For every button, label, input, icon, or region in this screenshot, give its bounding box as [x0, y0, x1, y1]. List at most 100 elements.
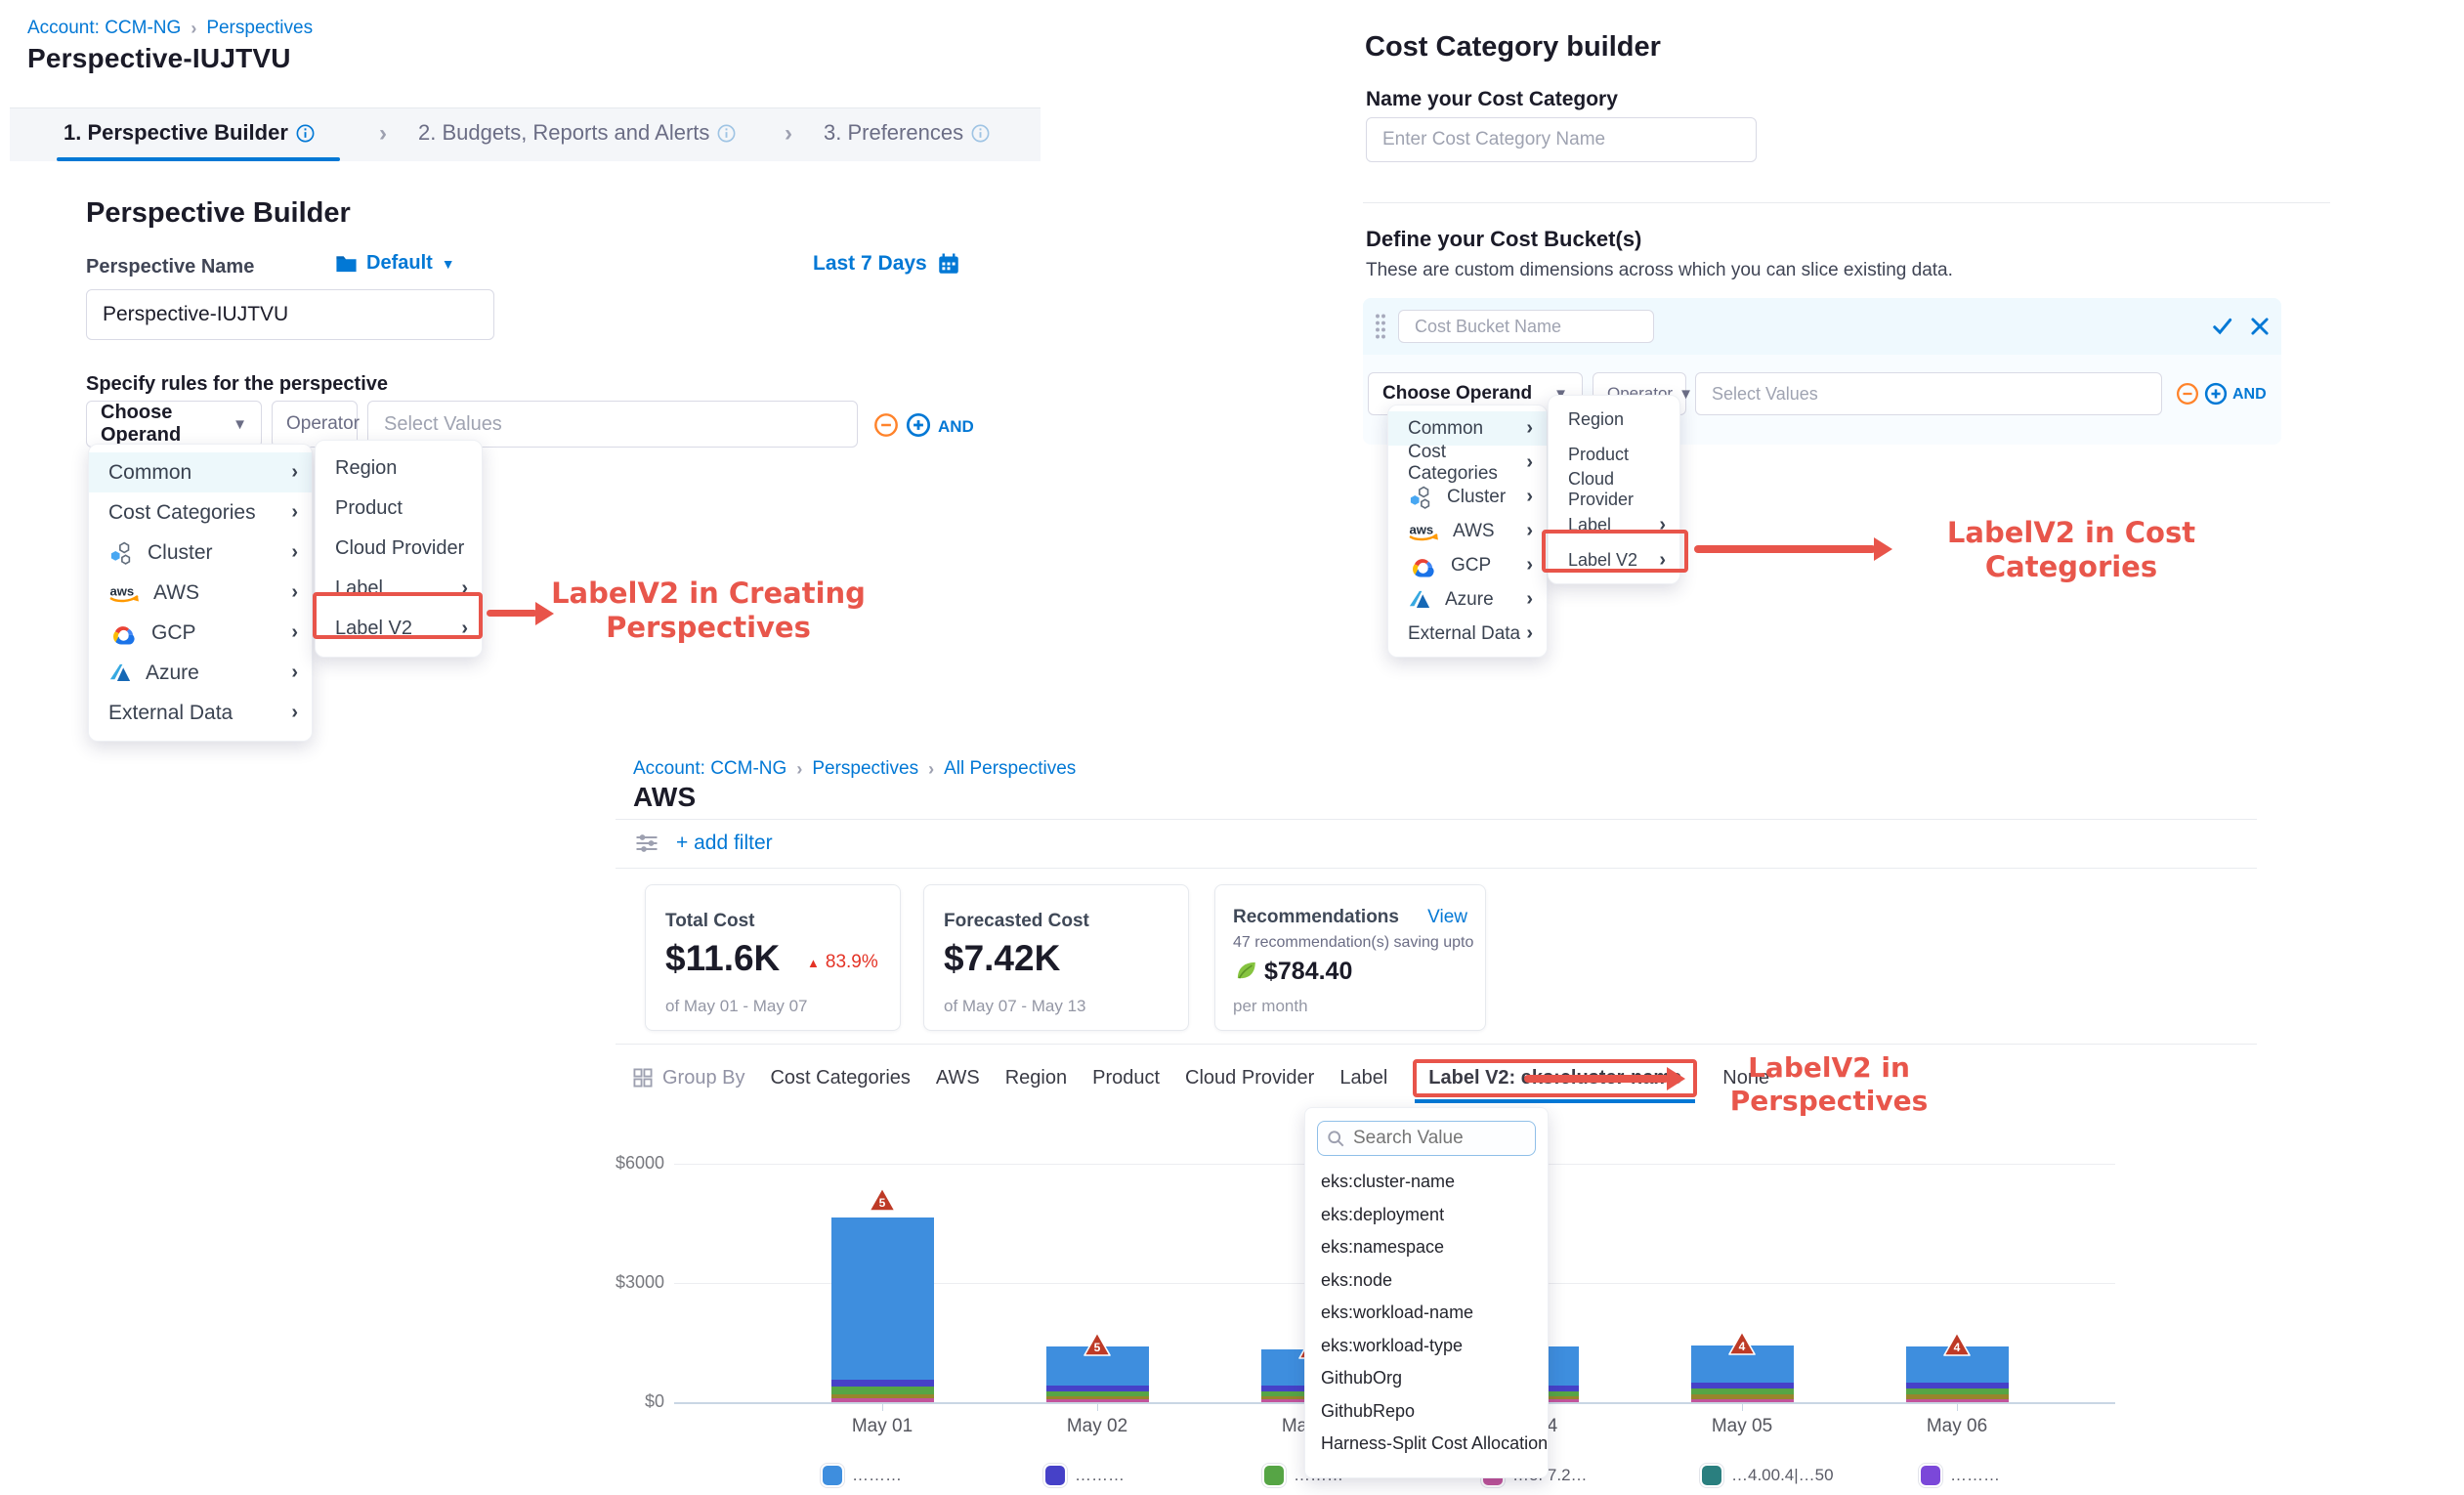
legend-item[interactable]: …4.00.4|…50: [1702, 1466, 1834, 1485]
wizard-tab-bar: 1. Perspective Builder › 2. Budgets, Rep…: [10, 107, 1041, 161]
rules-label: Specify rules for the perspective: [86, 373, 388, 396]
cluster-icon: [108, 540, 134, 566]
menu-item-label: GCP: [151, 621, 196, 645]
legend-item[interactable]: ………: [1921, 1466, 2000, 1485]
value-option-githuborg[interactable]: GithubOrg: [1305, 1362, 1548, 1395]
search-value-input[interactable]: [1317, 1121, 1536, 1156]
folder-name: Default: [366, 252, 433, 275]
operand-select[interactable]: Choose Operand ▼: [86, 401, 262, 448]
menu-item-label: Cluster: [148, 541, 213, 565]
chevron-right-icon: ›: [291, 621, 298, 644]
remove-rule-button[interactable]: [873, 412, 899, 438]
value-option-githubrepo[interactable]: GithubRepo: [1305, 1395, 1548, 1429]
legend-item[interactable]: ………: [1045, 1466, 1125, 1485]
menu-item-cluster[interactable]: Cluster›: [1388, 480, 1547, 514]
folder-selector[interactable]: Default ▼: [335, 252, 455, 275]
menu-item-cloud-provider[interactable]: Cloud Provider: [1549, 472, 1679, 507]
anomaly-badge[interactable]: 5: [1083, 1331, 1112, 1357]
breadcrumb-account-link[interactable]: Account: CCM-NG: [27, 18, 181, 39]
add-rule-button[interactable]: [2204, 382, 2228, 406]
breadcrumb-perspectives-link[interactable]: Perspectives: [206, 18, 313, 39]
filter-icon[interactable]: [635, 833, 658, 854]
svg-text:aws: aws: [1409, 522, 1433, 536]
menu-item-region[interactable]: Region: [1549, 402, 1679, 437]
value-option-eks-namespace[interactable]: eks:namespace: [1305, 1231, 1548, 1264]
add-rule-button[interactable]: [906, 412, 931, 438]
card-label: Total Cost: [665, 911, 754, 932]
tab-perspective-builder[interactable]: 1. Perspective Builder: [64, 120, 315, 146]
cost-category-title: Cost Category builder: [1365, 31, 1661, 64]
close-bucket-button[interactable]: [2250, 317, 2270, 336]
operand-menu: Common›Cost Categories›Cluster›awsAWS›GC…: [88, 444, 313, 742]
anomaly-badge[interactable]: 4: [1727, 1330, 1757, 1356]
chevron-right-icon: ›: [1526, 622, 1533, 645]
tab-separator-chevron-icon: ›: [379, 120, 387, 148]
bar-segment-olive: [831, 1394, 934, 1398]
view-link[interactable]: View: [1427, 907, 1467, 928]
card-period: of May 01 - May 07: [665, 997, 808, 1016]
select-values-input[interactable]: [1695, 372, 2162, 415]
menu-item-external-data[interactable]: External Data›: [1388, 617, 1547, 651]
menu-item-cluster[interactable]: Cluster›: [89, 533, 312, 573]
perspective-name-input[interactable]: [86, 289, 494, 340]
legend-label: ………: [1075, 1466, 1125, 1485]
menu-item-azure[interactable]: Azure›: [89, 653, 312, 693]
drag-handle-icon[interactable]: [1375, 313, 1386, 340]
bar-segment-magenta: [1691, 1399, 1794, 1402]
anomaly-badge[interactable]: 5: [868, 1186, 897, 1213]
menu-item-external-data[interactable]: External Data›: [89, 693, 312, 733]
calendar-icon: [937, 252, 960, 276]
value-option-eks-workload-type[interactable]: eks:workload-type: [1305, 1330, 1548, 1363]
x-axis-tick: [882, 1404, 883, 1411]
group-by-item-label[interactable]: Label: [1339, 1067, 1387, 1089]
tab-budgets-reports-alerts[interactable]: 2. Budgets, Reports and Alerts: [418, 120, 736, 146]
active-tab-underline: [57, 157, 340, 161]
menu-item-azure[interactable]: Azure›: [1388, 582, 1547, 617]
x-axis-tick: [1957, 1404, 1958, 1411]
tab-separator-chevron-icon: ›: [785, 120, 792, 148]
value-option-eks-node[interactable]: eks:node: [1305, 1264, 1548, 1298]
leaf-icon: [1233, 958, 1258, 983]
menu-item-cloud-provider[interactable]: Cloud Provider: [316, 529, 482, 569]
menu-item-aws[interactable]: awsAWS›: [89, 573, 312, 613]
menu-item-cost-categories[interactable]: Cost Categories›: [89, 492, 312, 533]
svg-text:5: 5: [1094, 1341, 1101, 1354]
cost-category-name-input[interactable]: [1366, 117, 1757, 162]
and-button[interactable]: AND: [2232, 386, 2267, 404]
value-option-harness-split-cost-allocation[interactable]: Harness-Split Cost Allocation: [1305, 1428, 1548, 1461]
group-by-item-cloud-provider[interactable]: Cloud Provider: [1185, 1067, 1314, 1089]
labelv2-highlight-box: [1542, 530, 1688, 573]
group-by-item-region[interactable]: Region: [1005, 1067, 1067, 1089]
group-by-item-aws[interactable]: AWS: [936, 1067, 980, 1089]
group-by-item-cost-categories[interactable]: Cost Categories: [770, 1067, 910, 1089]
anomaly-badge[interactable]: 4: [1942, 1331, 1972, 1357]
x-axis-tick-label: May 02: [1039, 1416, 1156, 1437]
breadcrumb-perspectives-link[interactable]: Perspectives: [812, 758, 918, 780]
value-option-eks-workload-name[interactable]: eks:workload-name: [1305, 1297, 1548, 1330]
menu-item-common[interactable]: Common›: [89, 452, 312, 492]
group-by-item-product[interactable]: Product: [1092, 1067, 1160, 1089]
red-arrow: [487, 610, 537, 617]
cost-bucket-name-input[interactable]: [1398, 310, 1654, 343]
value-option-eks-cluster-name[interactable]: eks:cluster-name: [1305, 1166, 1548, 1199]
legend-item[interactable]: ………: [823, 1466, 902, 1485]
remove-rule-button[interactable]: [2176, 382, 2199, 406]
menu-item-gcp[interactable]: GCP ›: [89, 613, 312, 653]
value-option-eks-deployment[interactable]: eks:deployment: [1305, 1199, 1548, 1232]
svg-text:aws: aws: [109, 583, 134, 598]
confirm-bucket-button[interactable]: [2211, 315, 2234, 338]
menu-item-product[interactable]: Product: [1549, 437, 1679, 472]
date-range-picker[interactable]: Last 7 Days: [813, 252, 960, 276]
menu-item-gcp[interactable]: GCP›: [1388, 548, 1547, 582]
add-filter-button[interactable]: + add filter: [676, 832, 773, 855]
tab-preferences[interactable]: 3. Preferences: [824, 120, 990, 146]
menu-item-cost-categories[interactable]: Cost Categories›: [1388, 446, 1547, 480]
menu-item-aws[interactable]: awsAWS›: [1388, 514, 1547, 548]
breadcrumb-account-link[interactable]: Account: CCM-NG: [633, 758, 786, 780]
menu-item-region[interactable]: Region: [316, 448, 482, 489]
and-button[interactable]: AND: [938, 417, 974, 437]
breadcrumb-all-perspectives-link[interactable]: All Perspectives: [944, 758, 1076, 780]
savings-amount: $784.40: [1264, 958, 1352, 986]
bar-segment-indigo: [1691, 1383, 1794, 1388]
menu-item-product[interactable]: Product: [316, 489, 482, 529]
